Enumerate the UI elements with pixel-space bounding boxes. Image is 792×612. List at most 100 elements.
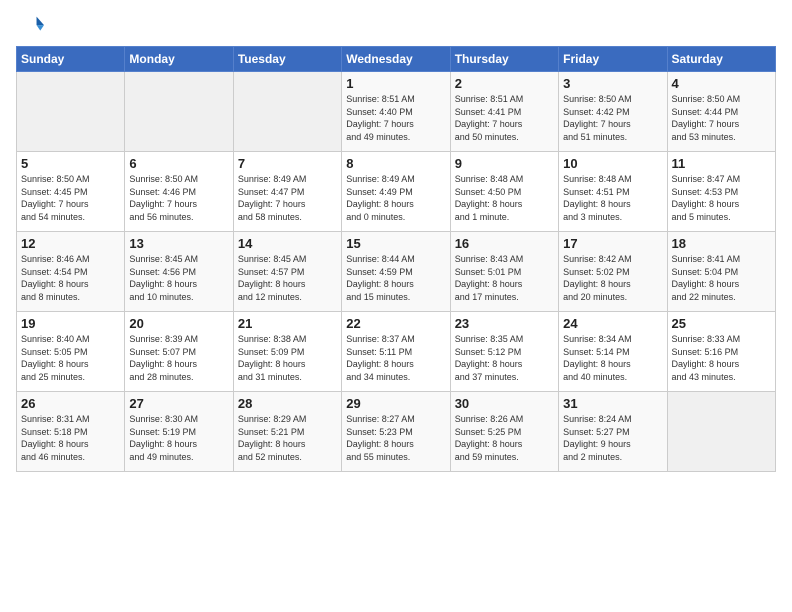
calendar-cell [667, 392, 775, 472]
day-number: 7 [238, 156, 337, 171]
day-info: Sunrise: 8:41 AM Sunset: 5:04 PM Dayligh… [672, 253, 771, 303]
day-info: Sunrise: 8:48 AM Sunset: 4:51 PM Dayligh… [563, 173, 662, 223]
day-info: Sunrise: 8:47 AM Sunset: 4:53 PM Dayligh… [672, 173, 771, 223]
day-number: 6 [129, 156, 228, 171]
logo-icon [16, 12, 44, 40]
day-number: 12 [21, 236, 120, 251]
day-info: Sunrise: 8:46 AM Sunset: 4:54 PM Dayligh… [21, 253, 120, 303]
day-info: Sunrise: 8:50 AM Sunset: 4:46 PM Dayligh… [129, 173, 228, 223]
weekday-header-saturday: Saturday [667, 47, 775, 72]
day-info: Sunrise: 8:50 AM Sunset: 4:44 PM Dayligh… [672, 93, 771, 143]
day-number: 1 [346, 76, 445, 91]
day-number: 2 [455, 76, 554, 91]
calendar-cell: 24Sunrise: 8:34 AM Sunset: 5:14 PM Dayli… [559, 312, 667, 392]
day-number: 19 [21, 316, 120, 331]
day-info: Sunrise: 8:49 AM Sunset: 4:49 PM Dayligh… [346, 173, 445, 223]
calendar-cell: 22 Sunrise: 8:37 AM Sunset: 5:11 PM Dayli… [342, 312, 450, 392]
calendar-cell [125, 72, 233, 152]
day-info: Sunrise: 8:26 AM Sunset: 5:25 PM Dayligh… [455, 413, 554, 463]
day-info: Sunrise: 8:51 AM Sunset: 4:41 PM Dayligh… [455, 93, 554, 143]
day-number: 16 [455, 236, 554, 251]
day-number: 31 [563, 396, 662, 411]
calendar-cell: 28 Sunrise: 8:29 AM Sunset: 5:21 PM Dayli… [233, 392, 341, 472]
day-info: Sunrise: 8:29 AM Sunset: 5:21 PM Dayligh… [238, 413, 337, 463]
calendar-cell: 12 Sunrise: 8:46 AM Sunset: 4:54 PM Dayli… [17, 232, 125, 312]
calendar-cell: 20 Sunrise: 8:39 AM Sunset: 5:07 PM Dayli… [125, 312, 233, 392]
calendar-cell: 9 Sunrise: 8:48 AM Sunset: 4:50 PM Daylig… [450, 152, 558, 232]
day-info: Sunrise: 8:27 AM Sunset: 5:23 PM Dayligh… [346, 413, 445, 463]
calendar-cell: 10 Sunrise: 8:48 AM Sunset: 4:51 PM Dayli… [559, 152, 667, 232]
calendar-cell: 30 Sunrise: 8:26 AM Sunset: 5:25 PM Dayli… [450, 392, 558, 472]
day-info: Sunrise: 8:35 AM Sunset: 5:12 PM Dayligh… [455, 333, 554, 383]
day-number: 22 [346, 316, 445, 331]
calendar-table: SundayMondayTuesdayWednesdayThursdayFrid… [16, 46, 776, 472]
calendar-week-3: 12 Sunrise: 8:46 AM Sunset: 4:54 PM Dayli… [17, 232, 776, 312]
weekday-header-tuesday: Tuesday [233, 47, 341, 72]
calendar-cell: 25Sunrise: 8:33 AM Sunset: 5:16 PM Dayli… [667, 312, 775, 392]
calendar-cell: 31Sunrise: 8:24 AM Sunset: 5:27 PM Dayli… [559, 392, 667, 472]
weekday-header-thursday: Thursday [450, 47, 558, 72]
day-number: 20 [129, 316, 228, 331]
calendar-cell: 6 Sunrise: 8:50 AM Sunset: 4:46 PM Daylig… [125, 152, 233, 232]
calendar-container: SundayMondayTuesdayWednesdayThursdayFrid… [0, 0, 792, 480]
day-info: Sunrise: 8:30 AM Sunset: 5:19 PM Dayligh… [129, 413, 228, 463]
day-number: 5 [21, 156, 120, 171]
day-number: 28 [238, 396, 337, 411]
calendar-cell: 23 Sunrise: 8:35 AM Sunset: 5:12 PM Dayli… [450, 312, 558, 392]
calendar-cell: 7Sunrise: 8:49 AM Sunset: 4:47 PM Daylig… [233, 152, 341, 232]
calendar-cell: 17 Sunrise: 8:42 AM Sunset: 5:02 PM Dayli… [559, 232, 667, 312]
calendar-cell: 15Sunrise: 8:44 AM Sunset: 4:59 PM Dayli… [342, 232, 450, 312]
calendar-cell: 8 Sunrise: 8:49 AM Sunset: 4:49 PM Daylig… [342, 152, 450, 232]
day-number: 4 [672, 76, 771, 91]
calendar-cell: 26 Sunrise: 8:31 AM Sunset: 5:18 PM Dayli… [17, 392, 125, 472]
calendar-header: SundayMondayTuesdayWednesdayThursdayFrid… [17, 47, 776, 72]
weekday-header-monday: Monday [125, 47, 233, 72]
day-number: 8 [346, 156, 445, 171]
weekday-header-friday: Friday [559, 47, 667, 72]
calendar-cell [17, 72, 125, 152]
header-row [16, 12, 776, 40]
calendar-cell: 3 Sunrise: 8:50 AM Sunset: 4:42 PM Daylig… [559, 72, 667, 152]
calendar-cell: 14 Sunrise: 8:45 AM Sunset: 4:57 PM Dayli… [233, 232, 341, 312]
day-number: 3 [563, 76, 662, 91]
calendar-cell: 13 Sunrise: 8:45 AM Sunset: 4:56 PM Dayli… [125, 232, 233, 312]
day-number: 29 [346, 396, 445, 411]
day-number: 9 [455, 156, 554, 171]
day-number: 24 [563, 316, 662, 331]
day-info: Sunrise: 8:39 AM Sunset: 5:07 PM Dayligh… [129, 333, 228, 383]
day-info: Sunrise: 8:50 AM Sunset: 4:45 PM Dayligh… [21, 173, 120, 223]
day-number: 23 [455, 316, 554, 331]
calendar-cell: 1 Sunrise: 8:51 AM Sunset: 4:40 PM Daylig… [342, 72, 450, 152]
calendar-cell: 5 Sunrise: 8:50 AM Sunset: 4:45 PM Daylig… [17, 152, 125, 232]
day-info: Sunrise: 8:45 AM Sunset: 4:57 PM Dayligh… [238, 253, 337, 303]
day-number: 21 [238, 316, 337, 331]
day-info: Sunrise: 8:45 AM Sunset: 4:56 PM Dayligh… [129, 253, 228, 303]
day-info: Sunrise: 8:51 AM Sunset: 4:40 PM Dayligh… [346, 93, 445, 143]
day-info: Sunrise: 8:48 AM Sunset: 4:50 PM Dayligh… [455, 173, 554, 223]
day-number: 27 [129, 396, 228, 411]
day-number: 17 [563, 236, 662, 251]
calendar-week-1: 1 Sunrise: 8:51 AM Sunset: 4:40 PM Daylig… [17, 72, 776, 152]
calendar-cell [233, 72, 341, 152]
day-number: 10 [563, 156, 662, 171]
day-number: 13 [129, 236, 228, 251]
day-number: 15 [346, 236, 445, 251]
calendar-cell: 2 Sunrise: 8:51 AM Sunset: 4:41 PM Daylig… [450, 72, 558, 152]
day-info: Sunrise: 8:31 AM Sunset: 5:18 PM Dayligh… [21, 413, 120, 463]
day-number: 26 [21, 396, 120, 411]
day-info: Sunrise: 8:50 AM Sunset: 4:42 PM Dayligh… [563, 93, 662, 143]
day-info: Sunrise: 8:40 AM Sunset: 5:05 PM Dayligh… [21, 333, 120, 383]
weekday-header-sunday: Sunday [17, 47, 125, 72]
calendar-week-5: 26 Sunrise: 8:31 AM Sunset: 5:18 PM Dayli… [17, 392, 776, 472]
day-info: Sunrise: 8:37 AM Sunset: 5:11 PM Dayligh… [346, 333, 445, 383]
day-number: 14 [238, 236, 337, 251]
day-number: 30 [455, 396, 554, 411]
calendar-week-2: 5 Sunrise: 8:50 AM Sunset: 4:45 PM Daylig… [17, 152, 776, 232]
day-info: Sunrise: 8:38 AM Sunset: 5:09 PM Dayligh… [238, 333, 337, 383]
day-info: Sunrise: 8:42 AM Sunset: 5:02 PM Dayligh… [563, 253, 662, 303]
calendar-cell: 21 Sunrise: 8:38 AM Sunset: 5:09 PM Dayli… [233, 312, 341, 392]
calendar-cell: 18 Sunrise: 8:41 AM Sunset: 5:04 PM Dayli… [667, 232, 775, 312]
weekday-header-wednesday: Wednesday [342, 47, 450, 72]
day-number: 18 [672, 236, 771, 251]
day-number: 11 [672, 156, 771, 171]
